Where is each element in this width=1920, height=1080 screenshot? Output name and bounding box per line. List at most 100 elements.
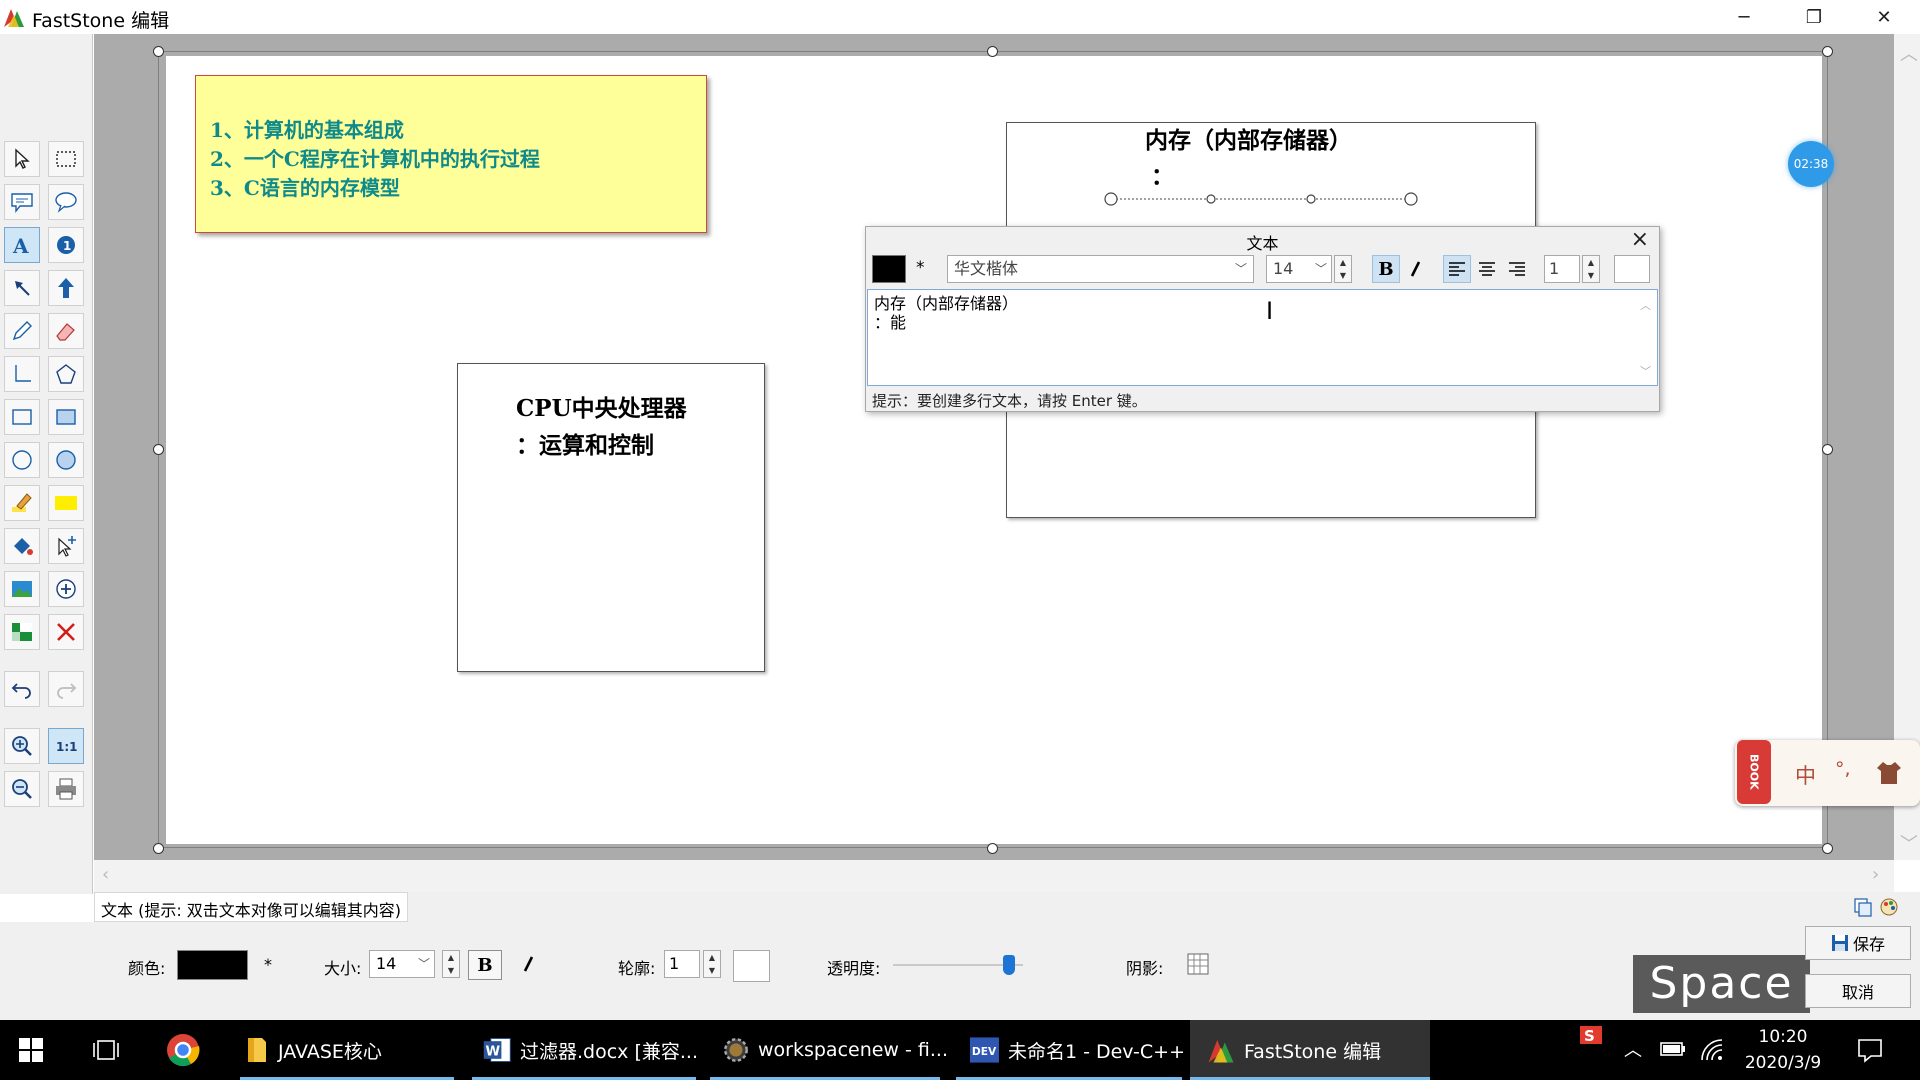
minimize-button[interactable]: ─	[1716, 0, 1772, 34]
fill-tool-button[interactable]	[4, 528, 40, 564]
arrow-tool-button[interactable]	[4, 270, 40, 306]
shadow-grid-icon[interactable]	[1186, 952, 1210, 976]
font-size-spinner[interactable]: ▲ ▼	[1334, 255, 1352, 283]
resize-handle[interactable]	[153, 46, 164, 57]
highlighter-tool-button[interactable]	[4, 485, 40, 521]
line-spacing-spinner[interactable]: ▲ ▼	[1582, 255, 1600, 283]
callout-rect-tool-button[interactable]	[4, 184, 40, 220]
scroll-up-icon[interactable]: ︿	[1900, 40, 1918, 66]
resize-handle[interactable]	[1822, 46, 1833, 57]
bold-button[interactable]: B	[468, 950, 502, 980]
insert-image-tool-button[interactable]	[4, 571, 40, 607]
align-right-button[interactable]	[1503, 255, 1531, 283]
delete-tool-button[interactable]	[48, 614, 84, 650]
palette-icon[interactable]	[1878, 896, 1900, 918]
tray-expand-icon[interactable]: ︿	[1624, 1036, 1642, 1062]
ime-punct-toggle[interactable]: °,	[1835, 758, 1851, 780]
scroll-right-icon[interactable]: ›	[1872, 864, 1879, 885]
redo-button[interactable]	[48, 671, 84, 707]
print-button[interactable]	[48, 771, 84, 807]
filled-ellipse-tool-button[interactable]	[48, 442, 84, 478]
system-clock[interactable]: 10:20 2020/3/9	[1730, 1024, 1836, 1076]
italic-button[interactable]	[515, 950, 543, 978]
line-spacing-input[interactable]: 1	[1544, 255, 1580, 283]
vertical-scrollbar[interactable]: ︿ ﹀	[1894, 34, 1920, 860]
scroll-down-icon[interactable]: ﹀	[1900, 830, 1918, 856]
taskbar-item-word[interactable]: W 过滤器.docx [兼容...	[478, 1020, 698, 1080]
slider-thumb[interactable]	[1002, 955, 1015, 975]
polygon-tool-button[interactable]	[48, 356, 84, 392]
resize-handle[interactable]	[987, 46, 998, 57]
actual-size-button[interactable]: 1:1	[48, 728, 84, 764]
outline-color-swatch[interactable]	[733, 950, 770, 982]
block-arrow-tool-button[interactable]	[48, 270, 84, 306]
text-editor[interactable]: 内存（内部存储器） ：能 I ︿ ﹀	[867, 289, 1658, 386]
outline-input[interactable]: 1	[664, 950, 700, 978]
callout-oval-tool-button[interactable]	[48, 184, 84, 220]
opacity-slider[interactable]	[893, 955, 1023, 975]
timer-badge[interactable]: 02:38	[1788, 141, 1834, 187]
text-tool-button[interactable]: A	[4, 227, 40, 263]
horizontal-scrollbar[interactable]: ‹ ›	[94, 860, 1894, 892]
filled-rectangle-tool-button[interactable]	[48, 399, 84, 435]
zoom-in-button[interactable]	[4, 728, 40, 764]
resize-handle[interactable]	[153, 843, 164, 854]
scroll-down-icon[interactable]: ﹀	[1640, 362, 1651, 381]
outline-spinner[interactable]: ▲ ▼	[703, 950, 721, 978]
font-name-select[interactable]: 华文楷体 ﹀	[947, 255, 1254, 283]
battery-icon[interactable]	[1660, 1040, 1686, 1058]
cpu-text-box[interactable]: CPU中央处理器 ：运算和控制	[457, 363, 765, 672]
yellow-note[interactable]: 1、计算机的基本组成 2、一个C程序在计算机中的执行过程 3、C语言的内存模型	[195, 75, 707, 233]
cursor-stamp-tool-button[interactable]	[48, 528, 84, 564]
text-object-handles[interactable]	[1100, 190, 1420, 210]
copy-icon[interactable]	[1852, 896, 1874, 918]
notification-icon[interactable]	[1856, 1036, 1884, 1064]
rectangle-tool-button[interactable]	[4, 399, 40, 435]
ellipse-tool-button[interactable]	[4, 442, 40, 478]
bold-button[interactable]: B	[1372, 255, 1400, 283]
scroll-left-icon[interactable]: ‹	[102, 864, 109, 885]
ime-book-button[interactable]: BOOK	[1737, 740, 1771, 804]
taskbar-item-faststone[interactable]: FastStone 编辑	[1190, 1020, 1430, 1080]
close-button[interactable]: ✕	[1856, 0, 1912, 34]
task-view-button[interactable]	[92, 1020, 126, 1080]
taskbar-chrome[interactable]	[165, 1020, 205, 1080]
cancel-button[interactable]: 取消	[1805, 974, 1911, 1008]
restore-button[interactable]: ❐	[1786, 0, 1842, 34]
color-swatch[interactable]	[177, 950, 248, 980]
magnifier-tool-button[interactable]	[48, 571, 84, 607]
italic-button[interactable]	[1402, 255, 1430, 283]
rect-select-tool-button[interactable]	[48, 141, 84, 177]
ime-mode-toggle[interactable]: 中	[1795, 760, 1816, 790]
resize-handle[interactable]	[1822, 843, 1833, 854]
line-tool-button[interactable]	[4, 356, 40, 392]
zoom-out-button[interactable]	[4, 771, 40, 807]
watermark-tool-button[interactable]	[4, 614, 40, 650]
pen-tool-button[interactable]	[4, 313, 40, 349]
taskbar-item-explorer[interactable]: JAVASE核心	[240, 1020, 460, 1080]
start-button[interactable]	[18, 1020, 52, 1080]
align-center-button[interactable]	[1473, 255, 1501, 283]
resize-handle[interactable]	[1822, 444, 1833, 455]
highlight-area-tool-button[interactable]	[48, 485, 84, 521]
resize-handle[interactable]	[987, 843, 998, 854]
panel-close-button[interactable]: ×	[1631, 227, 1649, 252]
background-color-swatch[interactable]	[1614, 255, 1650, 283]
taskbar-item-eclipse[interactable]: workspacenew - fi...	[718, 1020, 948, 1080]
undo-button[interactable]	[4, 671, 40, 707]
wifi-icon[interactable]	[1698, 1036, 1724, 1062]
save-button[interactable]: 保存	[1805, 926, 1911, 960]
font-size-select[interactable]: 14 ﹀	[1266, 255, 1332, 283]
select-tool-button[interactable]	[4, 141, 40, 177]
ime-toolbar[interactable]: BOOK 中 °,	[1735, 740, 1920, 806]
size-select[interactable]: 14 ﹀	[369, 950, 435, 978]
size-spinner[interactable]: ▲ ▼	[442, 950, 460, 978]
ime-skin-icon[interactable]	[1875, 760, 1903, 786]
taskbar-item-devcpp[interactable]: DEV 未命名1 - Dev-C++	[965, 1020, 1185, 1080]
sogou-ime-icon[interactable]: S	[1578, 1024, 1604, 1048]
step-number-tool-button[interactable]: 1	[48, 227, 84, 263]
eraser-tool-button[interactable]	[48, 313, 84, 349]
resize-handle[interactable]	[153, 444, 164, 455]
align-left-button[interactable]	[1443, 255, 1471, 283]
scroll-up-icon[interactable]: ︿	[1640, 296, 1651, 315]
